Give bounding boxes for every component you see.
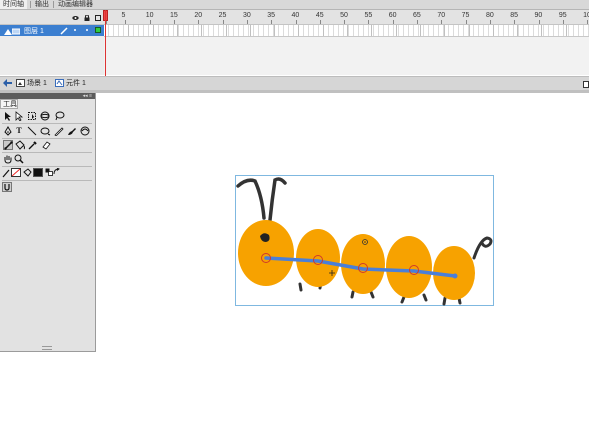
tail [472,236,493,260]
registration-dot [364,241,366,243]
leg [400,295,406,304]
antenna-left [236,178,266,220]
leg [298,282,303,292]
body-segment-2[interactable] [296,229,340,287]
stage-artwork [236,177,493,306]
antenna-right [268,177,287,222]
leg [442,296,447,306]
leg [369,290,375,299]
leg [350,290,355,299]
bone-tip[interactable] [452,273,458,279]
leg [422,293,428,302]
body-segment-4[interactable] [386,236,432,298]
